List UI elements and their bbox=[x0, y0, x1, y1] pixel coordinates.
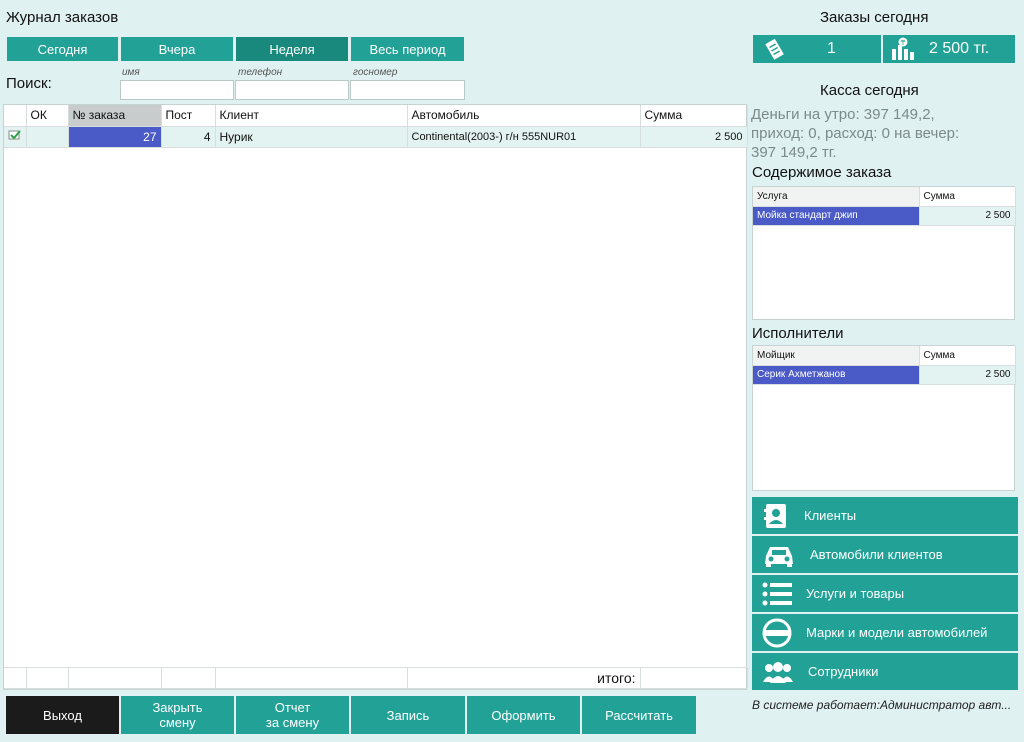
cash-line-2: приход: 0, расход: 0 на вечер: bbox=[751, 125, 960, 142]
col-sum[interactable]: Сумма bbox=[640, 105, 748, 127]
row-car: Continental(2003-) г/н 555NUR01 bbox=[407, 126, 641, 148]
calculate-button[interactable]: Рассчитать bbox=[582, 696, 697, 734]
col-worker[interactable]: Мойщик bbox=[753, 346, 920, 366]
cash-line-1: Деньги на утро: 397 149,2, bbox=[751, 106, 935, 123]
cash-line-3: 397 149,2 тг. bbox=[751, 144, 837, 161]
sidebar-item-employees[interactable]: Сотрудники bbox=[752, 653, 1018, 690]
col-indicator bbox=[4, 105, 27, 127]
col-order-number[interactable]: № заказа bbox=[68, 105, 162, 127]
list-icon bbox=[762, 582, 792, 605]
contact-card-icon bbox=[764, 503, 786, 528]
search-plate-input[interactable] bbox=[350, 80, 465, 100]
checkout-button[interactable]: Оформить bbox=[467, 696, 581, 734]
close-shift-button[interactable]: Закрыть смену bbox=[121, 696, 235, 734]
shift-report-button[interactable]: Отчет за смену bbox=[236, 696, 350, 734]
row-check-icon bbox=[4, 126, 27, 148]
svg-text:₸: ₸ bbox=[901, 39, 906, 47]
cash-title: Касса сегодня bbox=[820, 82, 919, 99]
row-sum: 2 500 bbox=[640, 126, 748, 148]
cash-summary: Деньги на утро: 397 149,2, приход: 0, ра… bbox=[751, 105, 959, 162]
row-ok bbox=[26, 126, 69, 148]
col-ok[interactable]: ОК bbox=[26, 105, 69, 127]
list-item[interactable]: Серик Ахметжанов 2 500 bbox=[753, 365, 1016, 385]
tab-today[interactable]: Сегодня bbox=[6, 36, 119, 62]
col-client[interactable]: Клиент bbox=[215, 105, 408, 127]
col-service[interactable]: Услуга bbox=[753, 187, 920, 207]
executors-title: Исполнители bbox=[752, 325, 844, 342]
money-chart-icon: ₸ bbox=[892, 37, 914, 60]
total-label: итого: bbox=[407, 667, 641, 689]
shift-report-label-1: Отчет bbox=[274, 700, 311, 715]
list-item[interactable]: Мойка стандарт джип 2 500 bbox=[753, 206, 1016, 226]
page-title: Журнал заказов bbox=[6, 9, 119, 26]
sidebar-item-services[interactable]: Услуги и товары bbox=[752, 575, 1018, 612]
team-icon bbox=[763, 661, 793, 683]
search-phone-input[interactable] bbox=[235, 80, 349, 100]
search-phone-label: телефон bbox=[238, 67, 283, 78]
col-post[interactable]: Пост bbox=[161, 105, 216, 127]
car-brand-icon bbox=[762, 618, 792, 647]
today-sum: 2 500 тг. bbox=[929, 40, 990, 57]
exit-button[interactable]: Выход bbox=[6, 696, 120, 734]
tab-week[interactable]: Неделя bbox=[235, 36, 349, 62]
status-text: В системе работает:Администратор авт... bbox=[752, 698, 1012, 712]
executors-grid: Мойщик Сумма Серик Ахметжанов 2 500 bbox=[752, 345, 1016, 491]
sidebar-item-label: Сотрудники bbox=[808, 664, 879, 679]
close-shift-label-1: Закрыть bbox=[152, 700, 203, 715]
total-value bbox=[640, 667, 748, 689]
tab-yesterday[interactable]: Вчера bbox=[120, 36, 234, 62]
search-label: Поиск: bbox=[6, 75, 52, 92]
sidebar-item-label: Клиенты bbox=[804, 508, 857, 523]
row-order-number: 27 bbox=[68, 126, 162, 148]
receipt-icon bbox=[765, 38, 784, 60]
search-name-label: имя bbox=[122, 67, 140, 78]
orders-grid: ОК № заказа Пост Клиент Автомобиль Сумма… bbox=[3, 104, 748, 690]
worker-sum: 2 500 bbox=[919, 365, 1016, 385]
sidebar-item-car-models[interactable]: Марки и модели автомобилей bbox=[752, 614, 1018, 651]
today-orders-title: Заказы сегодня bbox=[820, 9, 929, 26]
sidebar-item-label: Услуги и товары bbox=[806, 586, 905, 601]
col-worker-sum[interactable]: Сумма bbox=[919, 346, 1016, 366]
worker-name: Серик Ахметжанов bbox=[753, 365, 920, 385]
order-content-grid: Услуга Сумма Мойка стандарт джип 2 500 bbox=[752, 186, 1016, 320]
row-client: Нурик bbox=[215, 126, 408, 148]
today-orders-count-tile: 1 bbox=[753, 35, 881, 63]
tab-all-period[interactable]: Весь период bbox=[350, 36, 465, 62]
service-sum: 2 500 bbox=[919, 206, 1016, 226]
shift-report-label-2: за смену bbox=[265, 715, 320, 730]
search-plate-label: госномер bbox=[353, 67, 398, 78]
sidebar-item-label: Марки и модели автомобилей bbox=[806, 625, 988, 640]
search-name-input[interactable] bbox=[120, 80, 234, 100]
col-service-sum[interactable]: Сумма bbox=[919, 187, 1016, 207]
row-post: 4 bbox=[161, 126, 216, 148]
sidebar-item-client-cars[interactable]: Автомобили клиентов bbox=[752, 536, 1018, 573]
col-car[interactable]: Автомобиль bbox=[407, 105, 641, 127]
today-sum-tile: ₸ 2 500 тг. bbox=[883, 35, 1015, 63]
close-shift-label-2: смену bbox=[159, 715, 196, 730]
service-name: Мойка стандарт джип bbox=[753, 206, 920, 226]
car-icon bbox=[765, 546, 793, 567]
sidebar-item-label: Автомобили клиентов bbox=[810, 547, 943, 562]
sidebar-item-clients[interactable]: Клиенты bbox=[752, 497, 1018, 534]
table-row[interactable]: 27 4 Нурик Continental(2003-) г/н 555NUR… bbox=[4, 126, 748, 148]
order-content-title: Содержимое заказа bbox=[752, 164, 892, 181]
total-row: итого: bbox=[4, 667, 748, 689]
orders-header-row: ОК № заказа Пост Клиент Автомобиль Сумма bbox=[4, 105, 748, 127]
record-button[interactable]: Запись bbox=[351, 696, 466, 734]
today-orders-count: 1 bbox=[827, 40, 836, 57]
